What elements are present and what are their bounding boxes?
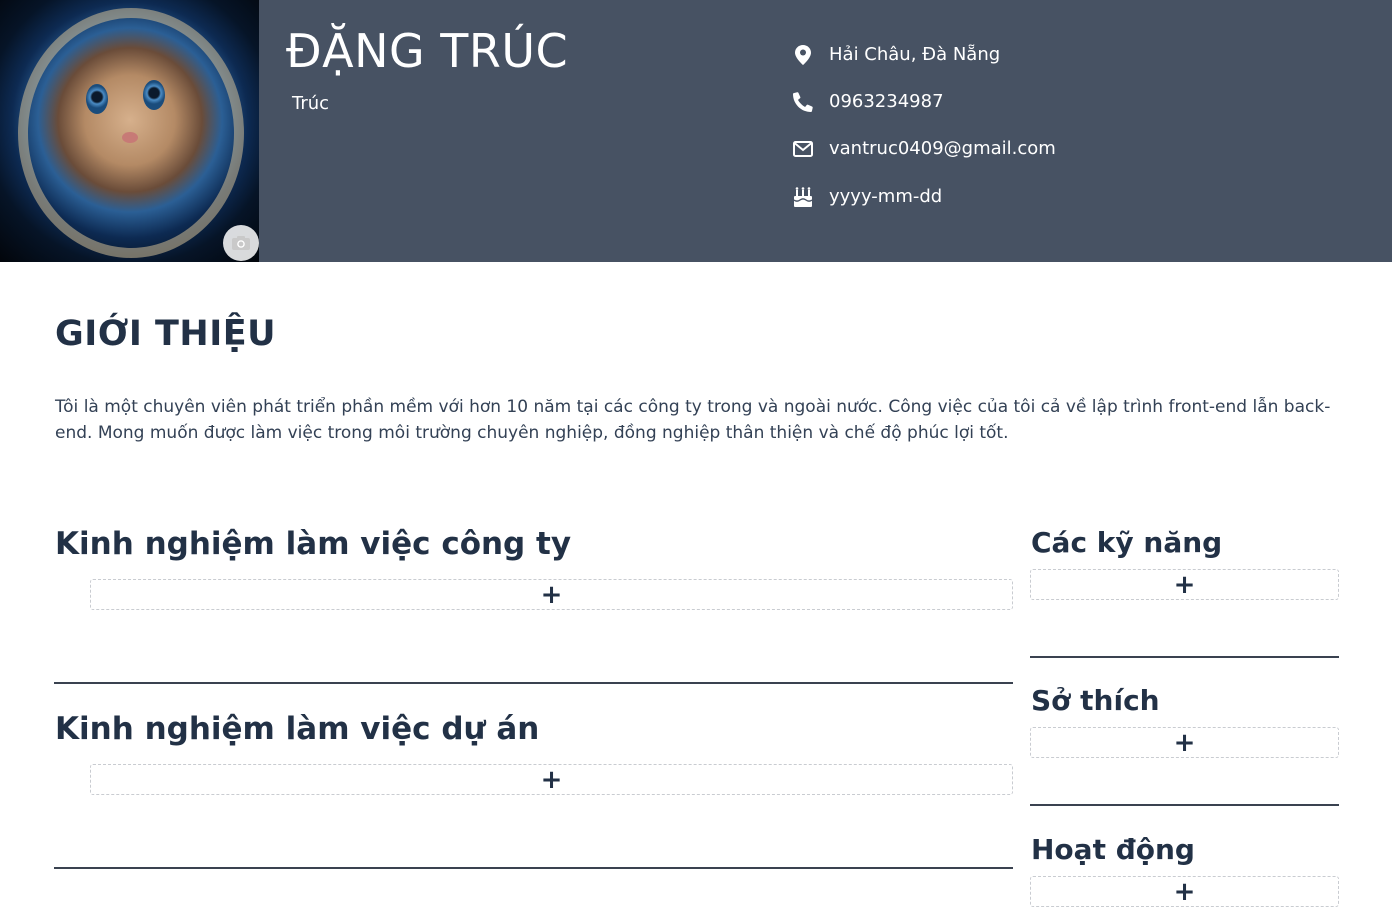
add-hobby-button[interactable]: + <box>1030 727 1339 758</box>
contact-address-text: Hải Châu, Đà Nẵng <box>829 44 1001 65</box>
company-experience-title: Kinh nghiệm làm việc công ty <box>55 526 572 562</box>
project-experience-title: Kinh nghiệm làm việc dự án <box>55 711 540 747</box>
add-company-experience-button[interactable]: + <box>90 579 1013 610</box>
add-activity-button[interactable]: + <box>1030 876 1339 907</box>
phone-icon <box>793 91 813 112</box>
contact-phone[interactable]: 0963234987 <box>793 91 944 112</box>
hobbies-title: Sở thích <box>1031 684 1160 717</box>
contact-email[interactable]: vantruc0409@gmail.com <box>793 138 1056 159</box>
avatar-eye-left <box>86 84 108 114</box>
activities-title: Hoạt động <box>1031 833 1195 866</box>
section-divider <box>54 867 1013 869</box>
birthday-cake-icon <box>793 186 813 207</box>
section-divider <box>1030 656 1339 658</box>
skills-title: Các kỹ năng <box>1031 526 1223 559</box>
envelope-icon <box>793 139 813 159</box>
avatar-nose <box>122 132 138 143</box>
contact-phone-text: 0963234987 <box>829 91 944 112</box>
profile-name[interactable]: ĐẶNG TRÚC <box>286 24 568 78</box>
camera-icon[interactable] <box>223 225 259 261</box>
avatar[interactable] <box>0 0 259 262</box>
location-pin-icon <box>793 44 813 65</box>
add-project-experience-button[interactable]: + <box>90 764 1013 795</box>
contact-address[interactable]: Hải Châu, Đà Nẵng <box>793 44 1000 65</box>
intro-text[interactable]: Tôi là một chuyên viên phát triển phần m… <box>55 394 1345 446</box>
section-divider <box>1030 804 1339 806</box>
profile-nickname[interactable]: Trúc <box>292 93 329 114</box>
contact-email-text: vantruc0409@gmail.com <box>829 138 1056 159</box>
intro-title: GIỚI THIỆU <box>55 314 277 354</box>
profile-header: ĐẶNG TRÚC Trúc Hải Châu, Đà Nẵng 0963234… <box>0 0 1392 262</box>
contact-birthday-text: yyyy-mm-dd <box>829 186 943 207</box>
section-divider <box>54 682 1013 684</box>
avatar-eye-right <box>143 80 165 110</box>
contact-birthday[interactable]: yyyy-mm-dd <box>793 186 942 207</box>
add-skill-button[interactable]: + <box>1030 569 1339 600</box>
